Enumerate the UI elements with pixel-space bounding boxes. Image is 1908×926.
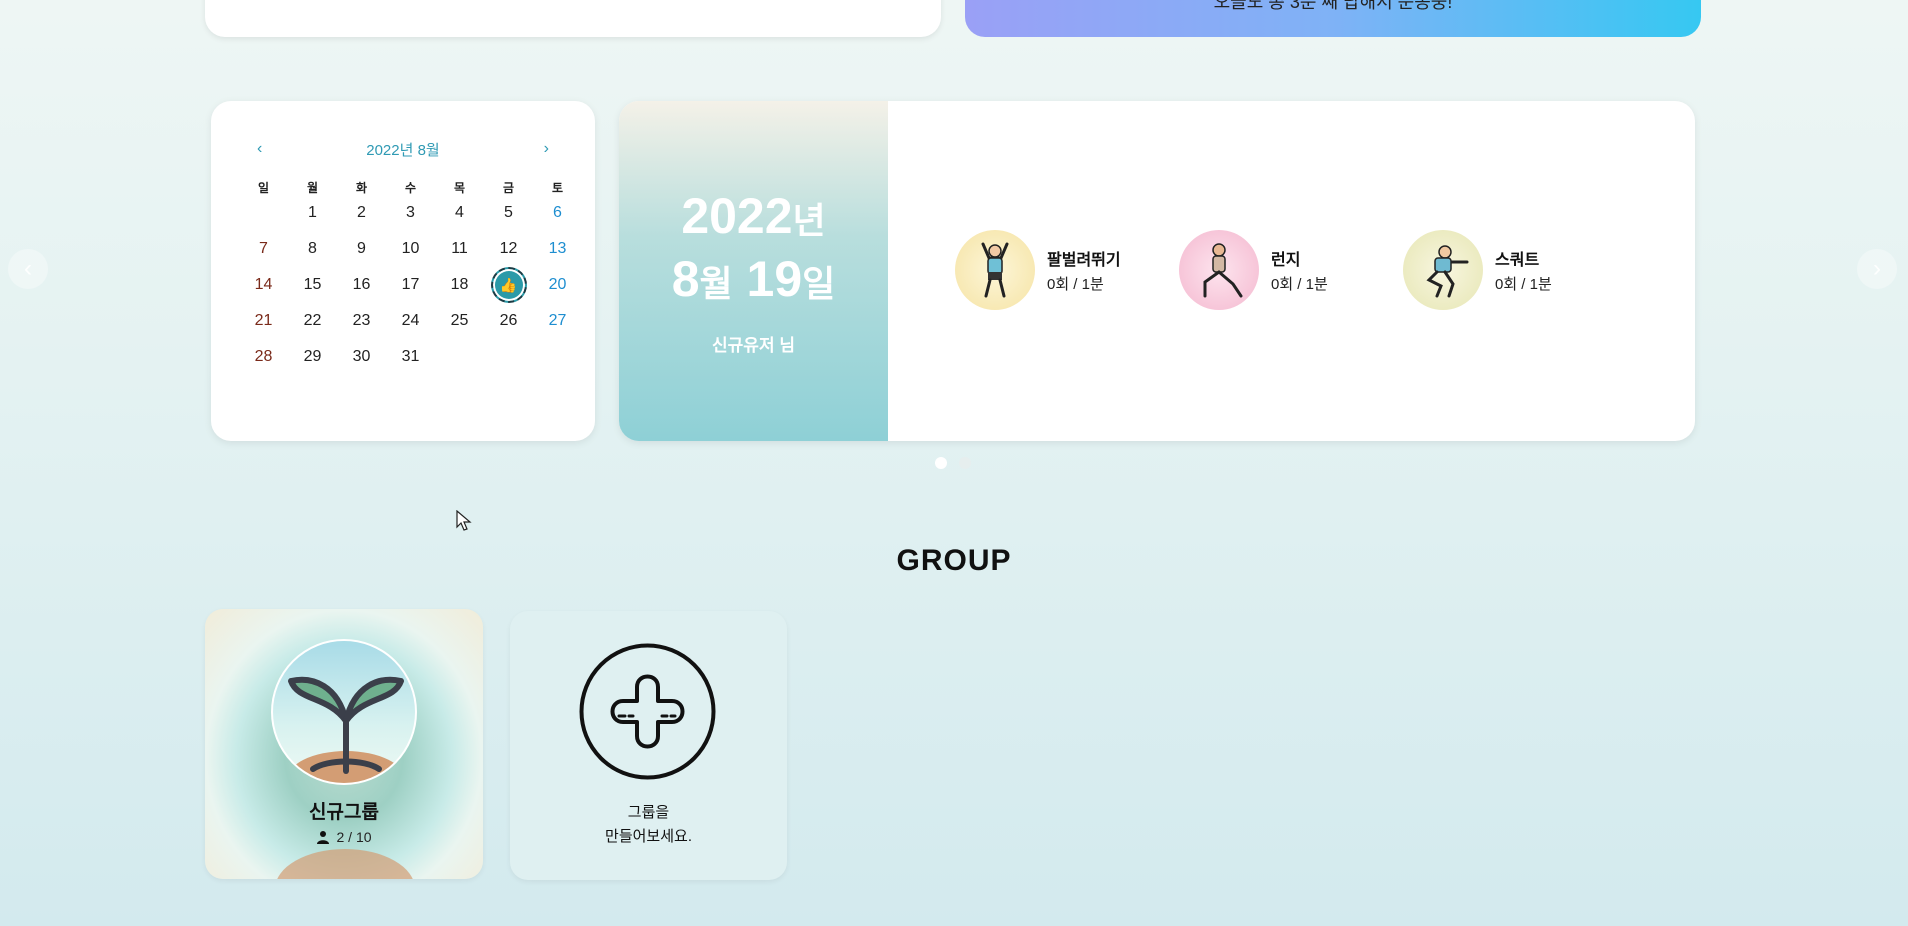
weekday-label: 목	[453, 181, 466, 195]
create-group-line2: 만들어보세요.	[605, 828, 692, 845]
pagination-dot-active[interactable]	[935, 457, 947, 469]
calendar-empty-cell	[239, 199, 288, 235]
calendar-day[interactable]: 21	[239, 307, 288, 343]
slider-prev-button[interactable]: ‹	[8, 249, 48, 289]
calendar-empty-cell	[484, 343, 533, 379]
today-year: 2022년	[681, 187, 825, 250]
banner-text: 오늘도 총 3분 째 답해서 운동중!	[1213, 0, 1453, 12]
thumbs-up-icon: 👍	[499, 277, 518, 293]
today-user-name: 신규유저 님	[712, 335, 795, 355]
calendar-day[interactable]: 16	[337, 271, 386, 307]
exercise-count: 0회 / 1분	[1047, 276, 1104, 293]
exercise-lunge[interactable]: 런지 0회 / 1분	[1179, 230, 1328, 310]
weekday-label: 일	[257, 181, 270, 195]
calendar-day[interactable]: 27	[533, 307, 582, 343]
year-suffix: 년	[792, 199, 826, 241]
month-suffix: 월	[699, 262, 733, 304]
squat-icon	[1403, 230, 1483, 310]
calendar-day[interactable]: 22	[288, 307, 337, 343]
calendar-day[interactable]: 24	[386, 307, 435, 343]
today-date-panel: 2022년 8월 19일 신규유저 님	[619, 101, 888, 441]
calendar-empty-cell	[533, 343, 582, 379]
create-group-line1: 그룹을	[627, 804, 670, 821]
day-value: 19	[746, 250, 803, 307]
exercise-name: 스쿼트	[1495, 252, 1540, 269]
calendar-month-title[interactable]: 2022년 8월	[366, 139, 439, 160]
person-icon	[317, 831, 330, 844]
calendar-day[interactable]: 11	[435, 235, 484, 271]
member-count-text: 2 / 10	[336, 829, 372, 845]
slider-pagination	[935, 457, 971, 469]
calendar-day[interactable]: 28	[239, 343, 288, 379]
exercise-name: 런지	[1271, 252, 1301, 269]
calendar-empty-cell	[435, 343, 484, 379]
calendar-day[interactable]: 2	[337, 199, 386, 235]
plus-icon	[579, 643, 716, 780]
exercise-count: 0회 / 1분	[1495, 276, 1552, 293]
today-exercise-card: 2022년 8월 19일 신규유저 님 팔벌려뛰기 0회 / 1분 런지 0회 …	[619, 101, 1695, 441]
calendar-day[interactable]: 10	[386, 235, 435, 271]
calendar-header: ‹ 2022년 8월 ›	[239, 137, 567, 161]
chevron-right-icon: ›	[1873, 255, 1881, 282]
mouse-cursor-icon	[456, 510, 472, 531]
month-value: 8	[671, 250, 700, 307]
calendar-day[interactable]: 30	[337, 343, 386, 379]
calendar-day[interactable]: 23	[337, 307, 386, 343]
year-value: 2022	[681, 187, 793, 244]
calendar-day[interactable]: 25	[435, 307, 484, 343]
next-month-button[interactable]: ›	[544, 140, 549, 158]
create-group-text: 그룹을 만들어보세요.	[510, 801, 787, 849]
exercise-count: 0회 / 1분	[1271, 276, 1328, 293]
calendar-day[interactable]: 1	[288, 199, 337, 235]
calendar-day[interactable]: 7	[239, 235, 288, 271]
group-card[interactable]: 신규그룹 2 / 10	[205, 609, 483, 879]
today-month-day: 8월 19일	[672, 250, 836, 313]
prev-month-button[interactable]: ‹	[257, 140, 262, 158]
calendar-day[interactable]: 20	[533, 271, 582, 307]
top-card-left	[205, 0, 941, 37]
pagination-dot[interactable]	[959, 457, 971, 469]
calendar-day[interactable]: 6	[533, 199, 582, 235]
calendar-day[interactable]: 14	[239, 271, 288, 307]
calendar-day[interactable]: 4	[435, 199, 484, 235]
calendar-day-stamped[interactable]: 👍	[484, 271, 533, 307]
calendar-card: ‹ 2022년 8월 › 일 월 화 수 목 금 토 1 2 3 4 5 6 7 8 9 10 11 12 13 14 1…	[211, 101, 595, 441]
jumping-jack-icon	[955, 230, 1035, 310]
chevron-left-icon: ‹	[24, 255, 32, 282]
exercise-name: 팔벌려뛰기	[1047, 252, 1121, 269]
lunge-icon	[1179, 230, 1259, 310]
weekday-label: 토	[551, 181, 564, 195]
create-group-card[interactable]: 그룹을 만들어보세요.	[510, 611, 787, 880]
calendar-day[interactable]: 15	[288, 271, 337, 307]
weekday-label: 수	[404, 181, 417, 195]
exercise-summary-banner: 오늘도 총 3분 째 답해서 운동중!	[965, 0, 1701, 37]
day-suffix: 일	[802, 262, 836, 304]
calendar-day[interactable]: 17	[386, 271, 435, 307]
group-member-count: 2 / 10	[205, 829, 483, 845]
exercise-squat[interactable]: 스쿼트 0회 / 1분	[1403, 230, 1552, 310]
calendar-day[interactable]: 9	[337, 235, 386, 271]
calendar-day[interactable]: 5	[484, 199, 533, 235]
card-decoration	[275, 849, 415, 879]
calendar-day[interactable]: 8	[288, 235, 337, 271]
weekday-label: 월	[306, 181, 319, 195]
calendar-day[interactable]: 12	[484, 235, 533, 271]
calendar-day[interactable]: 31	[386, 343, 435, 379]
calendar-day[interactable]: 3	[386, 199, 435, 235]
weekday-label: 금	[502, 181, 515, 195]
group-section-title: GROUP	[896, 544, 1012, 577]
group-name: 신규그룹	[309, 802, 379, 823]
exercise-jumping-jack[interactable]: 팔벌려뛰기 0회 / 1분	[955, 230, 1121, 310]
calendar-day[interactable]: 13	[533, 235, 582, 271]
calendar-day[interactable]: 18	[435, 271, 484, 307]
sprout-icon	[271, 639, 417, 785]
calendar-day[interactable]: 29	[288, 343, 337, 379]
calendar-grid: 일 월 화 수 목 금 토 1 2 3 4 5 6 7 8 9 10 11 12 13 14 15 16 17 18 👍 20 21 2…	[239, 177, 567, 379]
slider-next-button[interactable]: ›	[1857, 249, 1897, 289]
weekday-label: 화	[355, 181, 368, 195]
calendar-day[interactable]: 26	[484, 307, 533, 343]
